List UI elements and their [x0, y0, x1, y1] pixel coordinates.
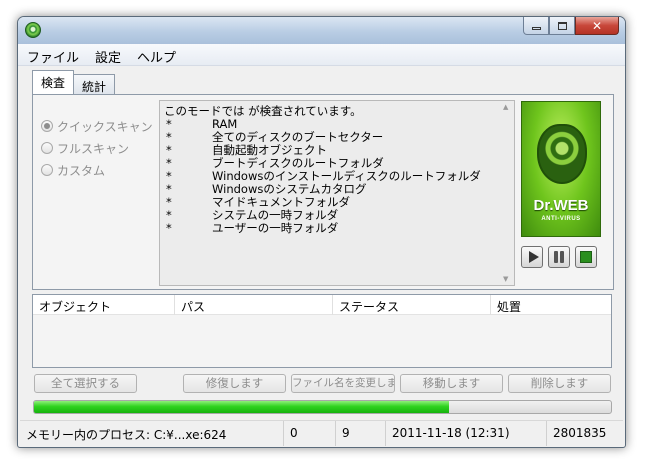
column-object[interactable]: オブジェクト	[33, 295, 175, 315]
pause-icon	[554, 251, 564, 263]
maximize-button[interactable]	[549, 17, 575, 35]
scan-controls	[521, 246, 597, 268]
spider-shield-icon	[537, 124, 587, 184]
scan-mode-group: クイックスキャン フルスキャン カスタム	[41, 115, 153, 181]
cure-button[interactable]: 修復します	[183, 374, 286, 393]
tab-scan[interactable]: 検査	[32, 70, 75, 94]
scroll-down-icon[interactable]: ▼	[503, 275, 508, 283]
table-header: オブジェクト パス ステータス 処置	[33, 295, 611, 315]
column-action[interactable]: 処置	[491, 295, 605, 315]
status-bar: メモリー内のプロセス: C:¥...xe:624 0 9 2011-11-18 …	[20, 420, 623, 446]
logo-name: Dr.WEB	[533, 197, 589, 214]
scan-mode-label: フルスキャン	[57, 141, 130, 156]
close-icon: ✕	[591, 18, 603, 33]
tab-statistics[interactable]: 統計	[73, 74, 116, 94]
window-controls: ✕	[523, 17, 619, 35]
app-window: ✕ ファイル 設定 ヘルプ 検査 統計 クイックスキャン フルスキャン カスタム	[17, 16, 626, 448]
stop-scan-button[interactable]	[575, 246, 597, 268]
status-count-1: 0	[284, 421, 336, 446]
select-all-button[interactable]: 全て選択する	[34, 374, 137, 393]
rename-button[interactable]: ファイル名を変更します	[291, 374, 395, 393]
minimize-icon	[531, 26, 541, 30]
scan-mode-label: クイックスキャン	[57, 119, 153, 134]
play-icon	[529, 251, 539, 263]
logo-subtitle: ANTI-VIRUS	[541, 216, 581, 222]
minimize-button[interactable]	[523, 17, 549, 35]
drweb-logo: Dr.WEB ANTI-VIRUS	[521, 101, 601, 237]
scan-description: このモードでは が検査されています。 * RAM * 全てのディスクのブートセクター…	[159, 100, 515, 286]
scan-mode-full[interactable]: フルスキャン	[41, 137, 153, 159]
status-total: 2801835	[553, 426, 607, 440]
stop-icon	[580, 251, 592, 263]
results-table: オブジェクト パス ステータス 処置	[32, 294, 612, 368]
bullet: *	[166, 221, 172, 235]
menu-help[interactable]: ヘルプ	[128, 44, 183, 66]
action-buttons: 全て選択する 修復します ファイル名を変更します 移動します 削除します	[34, 374, 612, 394]
menu-bar: ファイル 設定 ヘルプ	[18, 44, 625, 66]
scan-mode-custom[interactable]: カスタム	[41, 159, 153, 181]
column-path[interactable]: パス	[175, 295, 333, 315]
status-process: メモリー内のプロセス: C:¥...xe:624	[20, 421, 284, 446]
column-status[interactable]: ステータス	[333, 295, 491, 315]
info-item: * ユーザーの一時フォルダ	[164, 222, 514, 235]
maximize-icon	[557, 21, 567, 30]
scan-panel: クイックスキャン フルスキャン カスタム このモードでは が検査されています。 …	[32, 94, 614, 290]
scan-progress-bar	[33, 400, 612, 414]
move-button[interactable]: 移動します	[400, 374, 503, 393]
title-bar[interactable]: ✕	[18, 17, 625, 44]
status-count-2: 9	[336, 421, 386, 446]
tab-strip: 検査 統計	[32, 70, 116, 94]
info-item-text: ユーザーの一時フォルダ	[212, 221, 339, 235]
radio-quick[interactable]	[41, 120, 53, 132]
scroll-up-icon[interactable]: ▲	[503, 103, 508, 111]
info-scrollbar[interactable]: ▲ ▼	[500, 101, 514, 285]
radio-custom[interactable]	[41, 164, 53, 176]
delete-button[interactable]: 削除します	[508, 374, 611, 393]
menu-settings[interactable]: 設定	[86, 44, 128, 66]
pause-scan-button[interactable]	[548, 246, 570, 268]
drweb-spider-icon[interactable]	[25, 22, 41, 38]
scan-progress-fill	[34, 401, 450, 413]
menu-file[interactable]: ファイル	[18, 44, 86, 66]
radio-full[interactable]	[41, 142, 53, 154]
scan-mode-quick[interactable]: クイックスキャン	[41, 115, 153, 137]
close-button[interactable]: ✕	[575, 17, 619, 35]
scan-mode-label: カスタム	[57, 163, 106, 178]
status-datetime: 2011-11-18 (12:31)	[386, 421, 547, 446]
start-scan-button[interactable]	[521, 246, 543, 268]
